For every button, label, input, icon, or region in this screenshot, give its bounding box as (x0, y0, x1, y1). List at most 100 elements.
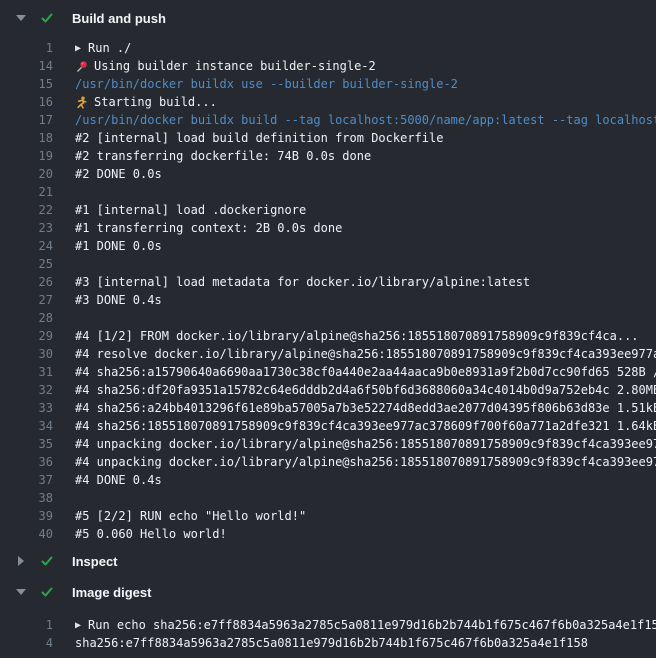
log-text-content: #3 DONE 0.4s (75, 293, 162, 307)
log-text-content: /usr/bin/docker buildx use --builder bui… (75, 77, 458, 91)
log-text-content: #4 sha256:a24bb4013296f61e89ba57005a7b3e… (75, 401, 656, 415)
section-title: Image digest (72, 585, 151, 600)
line-number[interactable]: 18 (0, 131, 53, 145)
line-number[interactable]: 16 (0, 95, 53, 109)
line-number[interactable]: 35 (0, 437, 53, 451)
log-text-content: #4 resolve docker.io/library/alpine@sha2… (75, 347, 656, 361)
line-number[interactable]: 36 (0, 455, 53, 469)
line-number[interactable]: 28 (0, 311, 53, 325)
section-header[interactable]: Image digest (0, 582, 656, 602)
log-text-content: #2 transferring dockerfile: 74B 0.0s don… (75, 149, 371, 163)
log-line: 28 (0, 309, 656, 327)
check-icon (40, 585, 54, 599)
chevron-right-icon[interactable] (15, 556, 27, 566)
log-line: 33 #4 sha256:a24bb4013296f61e89ba57005a7b… (0, 399, 656, 417)
log-line: 31 #4 sha256:a15790640a6690aa1730c38cf0a4… (0, 363, 656, 381)
log-line: 27 #3 DONE 0.4s (0, 291, 656, 309)
log-line: 20 #2 DONE 0.0s (0, 165, 656, 183)
log-line: 25 (0, 255, 656, 273)
line-number[interactable]: 1 (0, 41, 53, 55)
log-line: 36 #4 unpacking docker.io/library/alpine@… (0, 453, 656, 471)
log-text-content: #2 [internal] load build definition from… (75, 131, 443, 145)
command-text: /usr/bin/docker buildx build --tag local… (53, 113, 656, 127)
line-number[interactable]: 34 (0, 419, 53, 433)
log-line: 18 #2 [internal] load build definition fr… (0, 129, 656, 147)
log-line: 21 (0, 183, 656, 201)
log-text-content: #5 0.060 Hello world! (75, 527, 227, 541)
line-number[interactable]: 14 (0, 59, 53, 73)
log-text-content: #4 unpacking docker.io/library/alpine@sh… (75, 455, 656, 469)
section-log-body: 1▶Run echo sha256:e7ff8834a5963a2785c5a0… (0, 616, 656, 652)
log-text-content: sha256:e7ff8834a5963a2785c5a0811e979d16b… (75, 636, 588, 650)
line-number[interactable]: 27 (0, 293, 53, 307)
log-line: 26 #3 [internal] load metadata for docker… (0, 273, 656, 291)
line-number[interactable]: 29 (0, 329, 53, 343)
line-number[interactable]: 32 (0, 383, 53, 397)
log-text-content: #3 [internal] load metadata for docker.i… (75, 275, 530, 289)
line-number[interactable]: 40 (0, 527, 53, 541)
log-line: 40 #5 0.060 Hello world! (0, 525, 656, 543)
log-text-content: #5 [2/2] RUN echo "Hello world!" (75, 509, 306, 523)
line-number[interactable]: 33 (0, 401, 53, 415)
line-number[interactable]: 4 (0, 636, 53, 650)
line-number[interactable]: 30 (0, 347, 53, 361)
line-number[interactable]: 17 (0, 113, 53, 127)
log-text-content: #1 DONE 0.0s (75, 239, 162, 253)
expand-group-icon[interactable]: ▶ (75, 43, 81, 54)
log-text: #1 [internal] load .dockerignore (53, 203, 306, 217)
log-text: #4 sha256:185518070891758909c9f839cf4ca3… (53, 419, 656, 433)
section-header[interactable]: Inspect (0, 551, 656, 571)
log-text-content: #2 DONE 0.0s (75, 167, 162, 181)
log-text: Starting build... (53, 95, 217, 109)
line-number[interactable]: 15 (0, 77, 53, 91)
log-line: 38 (0, 489, 656, 507)
log-text: #4 sha256:a15790640a6690aa1730c38cf0a440… (53, 365, 656, 379)
log-text-content: #4 sha256:df20fa9351a15782c64e6dddb2d4a6… (75, 383, 656, 397)
log-text-content: Using builder instance builder-single-2 (94, 59, 376, 73)
section-header[interactable]: Build and push (0, 8, 656, 28)
line-number[interactable]: 19 (0, 149, 53, 163)
line-number[interactable]: 22 (0, 203, 53, 217)
line-number[interactable]: 25 (0, 257, 53, 271)
log-text-content: #4 sha256:a15790640a6690aa1730c38cf0a440… (75, 365, 656, 379)
line-number[interactable]: 39 (0, 509, 53, 523)
log-text-content: #4 DONE 0.4s (75, 473, 162, 487)
line-number[interactable]: 23 (0, 221, 53, 235)
line-number[interactable]: 21 (0, 185, 53, 199)
log-text-content: #1 [internal] load .dockerignore (75, 203, 306, 217)
line-number[interactable]: 1 (0, 618, 53, 632)
log-text: #4 sha256:df20fa9351a15782c64e6dddb2d4a6… (53, 383, 656, 397)
log-text: #3 DONE 0.4s (53, 293, 162, 307)
log-text: #4 [1/2] FROM docker.io/library/alpine@s… (53, 329, 639, 343)
log-text: sha256:e7ff8834a5963a2785c5a0811e979d16b… (53, 636, 588, 650)
log-text-content: Starting build... (94, 95, 217, 109)
log-text: Using builder instance builder-single-2 (53, 59, 376, 73)
log-line: 16 Starting build... (0, 93, 656, 111)
chevron-down-icon[interactable] (15, 589, 27, 595)
line-number[interactable]: 20 (0, 167, 53, 181)
log-text: #2 DONE 0.0s (53, 167, 162, 181)
log-text-content: #4 sha256:185518070891758909c9f839cf4ca3… (75, 419, 656, 433)
expand-group-icon[interactable]: ▶ (75, 620, 81, 631)
line-number[interactable]: 37 (0, 473, 53, 487)
log-text: #2 transferring dockerfile: 74B 0.0s don… (53, 149, 371, 163)
line-number[interactable]: 31 (0, 365, 53, 379)
line-number[interactable]: 26 (0, 275, 53, 289)
log-line: 34 #4 sha256:185518070891758909c9f839cf4c… (0, 417, 656, 435)
log-text-content: #4 unpacking docker.io/library/alpine@sh… (75, 437, 656, 451)
log-text: #5 0.060 Hello world! (53, 527, 227, 541)
triangle-glyph (16, 589, 26, 595)
log-text: #1 transferring context: 2B 0.0s done (53, 221, 342, 235)
log-line: 23#1 transferring context: 2B 0.0s done (0, 219, 656, 237)
line-number[interactable]: 24 (0, 239, 53, 253)
log-line: 15/usr/bin/docker buildx use --builder b… (0, 75, 656, 93)
log-text: #4 resolve docker.io/library/alpine@sha2… (53, 347, 656, 361)
chevron-down-icon[interactable] (15, 15, 27, 21)
log-text-content: Run ./ (88, 41, 131, 55)
success-check-icon (40, 11, 60, 25)
log-line: 35 #4 unpacking docker.io/library/alpine@… (0, 435, 656, 453)
log-line: 37 #4 DONE 0.4s (0, 471, 656, 489)
line-number[interactable]: 38 (0, 491, 53, 505)
log-text: ▶ Run ./ (53, 41, 131, 55)
log-line: 24 #1 DONE 0.0s (0, 237, 656, 255)
